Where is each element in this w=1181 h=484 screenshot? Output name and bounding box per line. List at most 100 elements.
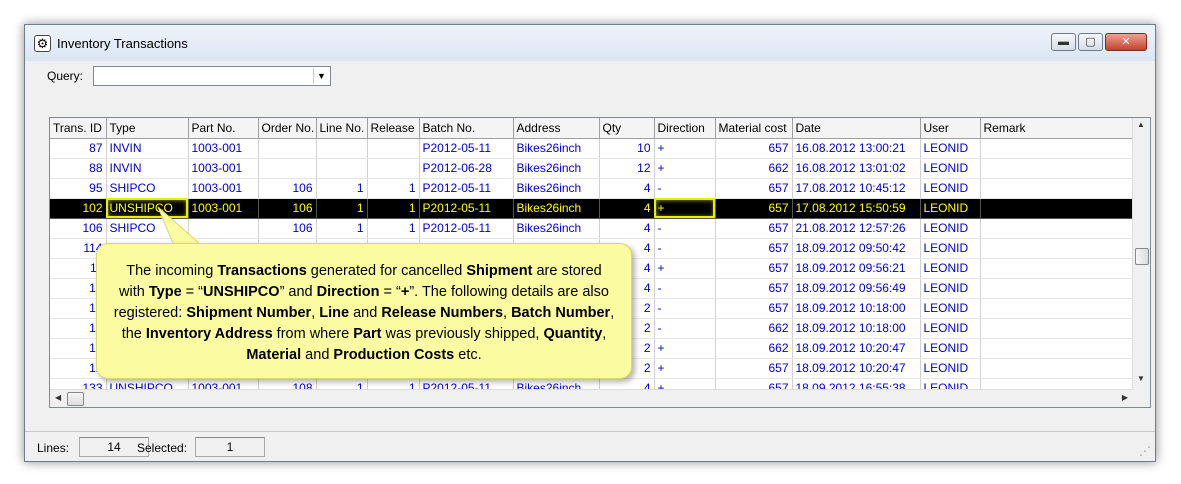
table-cell: 18.09.2012 10:18:00 [792, 298, 921, 319]
scroll-right-icon[interactable]: ▶ [1122, 393, 1128, 402]
table-cell: 18.09.2012 10:20:47 [792, 358, 921, 379]
table-cell: 4 [599, 218, 655, 239]
table-cell: 1 [367, 198, 420, 219]
callout-text-run: and [349, 305, 382, 321]
table-cell: 657 [715, 218, 793, 239]
table-cell: LEONID [920, 198, 981, 219]
resize-grip-icon[interactable]: ⋰ [1139, 444, 1151, 458]
table-cell: 18.09.2012 09:50:42 [792, 238, 921, 259]
table-row[interactable]: 88 INVIN 1003-001 P2012-06-28 Bikes26inch 12 +… [50, 158, 1134, 179]
callout-text-run: = “ [181, 284, 204, 300]
scroll-left-icon[interactable]: ◀ [55, 393, 61, 402]
table-cell: LEONID [920, 238, 981, 259]
table-cell: + [654, 338, 716, 359]
table-cell: 17.08.2012 10:45:12 [792, 178, 921, 199]
table-cell: - [654, 178, 716, 199]
table-cell [258, 138, 317, 159]
table-cell: 95 [50, 178, 107, 199]
table-row[interactable]: 87 INVIN 1003-001 P2012-05-11 Bikes26inch 10 +… [50, 138, 1134, 159]
callout-bold-term: Release Numbers [381, 305, 504, 321]
chevron-down-icon[interactable]: ▼ [313, 68, 329, 84]
column-header[interactable]: Material cost [715, 118, 793, 139]
status-bar: Lines: 14 Selected: 1 ⋰ [25, 431, 1155, 461]
column-header[interactable]: Trans. ID [50, 118, 107, 139]
table-cell: 657 [715, 138, 793, 159]
table-cell: LEONID [920, 358, 981, 379]
column-header[interactable]: User [920, 118, 981, 139]
table-cell: P2012-05-11 [419, 138, 514, 159]
table-cell: 21.08.2012 12:57:26 [792, 218, 921, 239]
horizontal-scroll-thumb[interactable] [67, 392, 84, 406]
column-header[interactable]: Order No. [258, 118, 317, 139]
table-cell: 10 [599, 138, 655, 159]
column-header[interactable]: Remark [980, 118, 1134, 139]
column-header[interactable]: Part No. [188, 118, 259, 139]
column-header[interactable]: Line No. [316, 118, 368, 139]
maximize-button[interactable]: ▢ [1078, 33, 1103, 51]
column-header[interactable]: Batch No. [419, 118, 514, 139]
query-select[interactable]: ▼ [93, 66, 331, 86]
horizontal-scrollbar[interactable]: ◀ ▶ [50, 389, 1133, 407]
table-cell: - [654, 298, 716, 319]
table-cell: 662 [715, 158, 793, 179]
table-cell: 662 [715, 338, 793, 359]
table-cell: Bikes26inch [513, 138, 600, 159]
table-cell: 106 [258, 218, 317, 239]
table-cell [367, 158, 420, 179]
table-cell: 1 [316, 198, 368, 219]
info-callout: The incoming Transactions generated for … [96, 243, 632, 379]
table-cell: 87 [50, 138, 107, 159]
table-cell: 1 [367, 218, 420, 239]
minimize-button[interactable]: ▬ [1051, 33, 1076, 51]
column-header[interactable]: Date [792, 118, 921, 139]
callout-text: The incoming Transactions generated for … [113, 261, 615, 366]
table-cell: + [654, 358, 716, 379]
table-cell: Bikes26inch [513, 158, 600, 179]
column-header[interactable]: Release [367, 118, 420, 139]
table-cell: 18.09.2012 10:18:00 [792, 318, 921, 339]
table-cell: 16.08.2012 13:00:21 [792, 138, 921, 159]
table-cell: 662 [715, 318, 793, 339]
table-cell: 18.09.2012 09:56:21 [792, 258, 921, 279]
table-cell: - [654, 278, 716, 299]
table-cell: 18.09.2012 10:20:47 [792, 338, 921, 359]
table-cell: INVIN [106, 138, 189, 159]
column-header[interactable]: Qty [599, 118, 655, 139]
column-header[interactable]: Type [106, 118, 189, 139]
table-cell: 102 [50, 198, 107, 219]
table-cell [367, 138, 420, 159]
window-title: Inventory Transactions [57, 36, 188, 51]
table-cell: 657 [715, 238, 793, 259]
column-header[interactable]: Direction [654, 118, 716, 139]
table-cell: LEONID [920, 338, 981, 359]
selected-count: 1 [195, 437, 265, 457]
callout-bold-term: Part [353, 326, 382, 342]
scroll-up-icon[interactable]: ▲ [1137, 120, 1145, 129]
table-cell: 657 [715, 258, 793, 279]
table-cell: - [654, 238, 716, 259]
table-cell [980, 138, 1134, 159]
table-cell: P2012-05-11 [419, 178, 514, 199]
table-cell: 1003-001 [188, 178, 259, 199]
scroll-down-icon[interactable]: ▼ [1137, 374, 1145, 383]
column-header[interactable]: Address [513, 118, 600, 139]
table-cell: 657 [715, 358, 793, 379]
table-cell: 1 [367, 178, 420, 199]
callout-bold-term: Inventory Address [145, 326, 273, 342]
app-gear-icon: ⚙ [34, 35, 51, 52]
close-button[interactable]: ✕ [1105, 33, 1147, 51]
callout-bold-term: Shipment [466, 263, 533, 279]
table-cell [980, 178, 1134, 199]
table-cell: 657 [715, 298, 793, 319]
vertical-scroll-thumb[interactable] [1135, 248, 1149, 265]
table-cell: 17.08.2012 15:50:59 [792, 198, 921, 219]
table-cell: P2012-06-28 [419, 158, 514, 179]
callout-bold-term: Type [148, 284, 182, 300]
table-row[interactable]: 95 SHIPCO 1003-001 106 1 1 P2012-05-11 Bikes26i… [50, 178, 1134, 199]
vertical-scrollbar[interactable]: ▲ ▼ [1132, 118, 1150, 407]
table-cell: 106 [258, 198, 317, 219]
callout-text-run: was previously shipped, [381, 326, 544, 342]
callout-text-run: etc. [454, 347, 482, 363]
table-cell [980, 198, 1134, 219]
table-cell: LEONID [920, 318, 981, 339]
